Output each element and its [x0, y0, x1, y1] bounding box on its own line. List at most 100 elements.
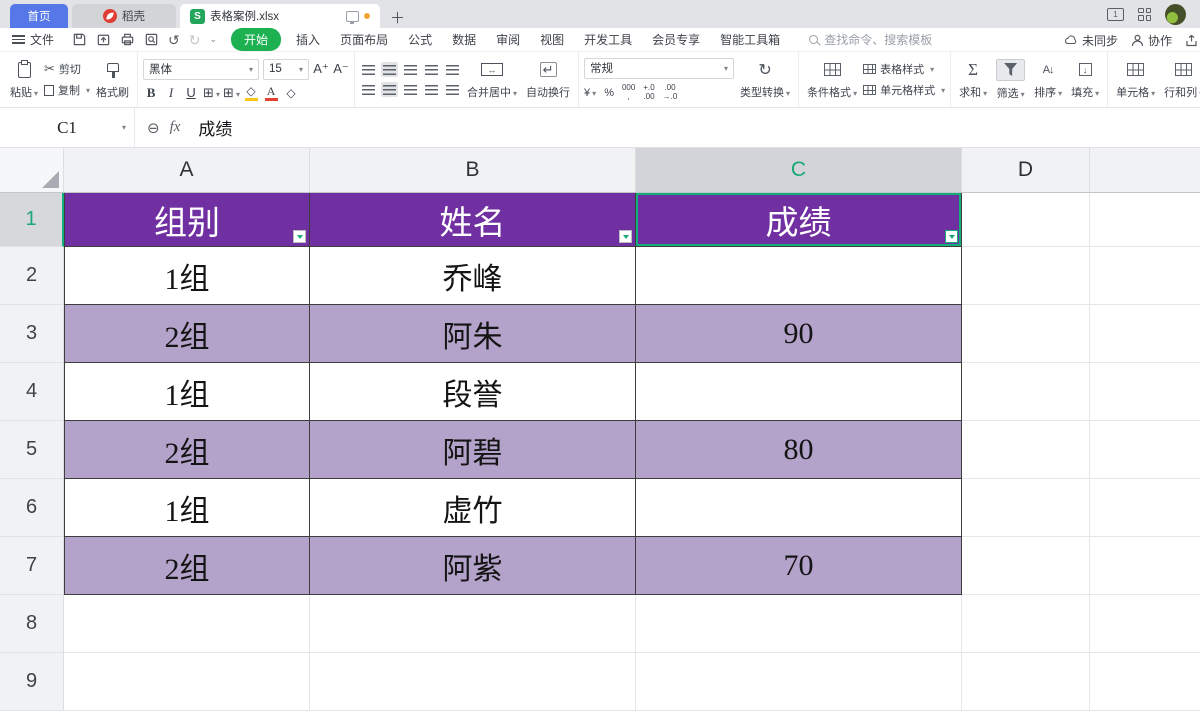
- align-right-button[interactable]: [402, 82, 419, 97]
- cell-C6[interactable]: [636, 479, 962, 537]
- cell-C4[interactable]: [636, 363, 962, 421]
- cell-E7[interactable]: [1090, 537, 1200, 595]
- cells-button[interactable]: 单元格▾: [1113, 60, 1158, 100]
- decrease-indent-button[interactable]: [423, 62, 440, 77]
- cell-D9[interactable]: [962, 653, 1090, 711]
- rows-cols-button[interactable]: 行和列▾: [1161, 60, 1200, 100]
- bold-button[interactable]: B: [143, 85, 159, 101]
- cell-B1[interactable]: 姓名: [310, 193, 636, 247]
- thousands-button[interactable]: 000,: [622, 84, 635, 102]
- user-avatar[interactable]: [1165, 4, 1186, 25]
- cell-D2[interactable]: [962, 247, 1090, 305]
- name-box[interactable]: C1 ▾: [0, 108, 135, 147]
- cell-A1[interactable]: 组别: [64, 193, 310, 247]
- cell-C7[interactable]: 70: [636, 537, 962, 595]
- cell-E6[interactable]: [1090, 479, 1200, 537]
- export-icon[interactable]: [96, 32, 111, 47]
- cell-D8[interactable]: [962, 595, 1090, 653]
- justify-button[interactable]: [423, 82, 440, 97]
- increase-decimal-button[interactable]: +.0.00: [643, 84, 654, 102]
- font-color-button[interactable]: A: [263, 85, 279, 101]
- underline-button[interactable]: U: [183, 85, 199, 100]
- align-center-button[interactable]: [381, 82, 398, 97]
- share-button[interactable]: 分享: [1185, 32, 1200, 49]
- cell-E5[interactable]: [1090, 421, 1200, 479]
- quick-toolbar-caret-icon[interactable]: ⌄: [209, 34, 217, 45]
- font-name-select[interactable]: 黑体▾: [143, 59, 259, 80]
- cell-C9[interactable]: [636, 653, 962, 711]
- filter-dropdown-B1[interactable]: [619, 230, 632, 243]
- grow-font-button[interactable]: A⁺: [313, 61, 329, 77]
- formula-input[interactable]: 成绩: [198, 115, 232, 140]
- undo-icon[interactable]: ↺: [168, 33, 180, 47]
- print-icon[interactable]: [120, 32, 135, 47]
- sync-status[interactable]: 未同步: [1064, 32, 1118, 49]
- redo-icon[interactable]: ↻: [189, 33, 201, 47]
- column-header-E[interactable]: [1090, 148, 1200, 192]
- row-header-8[interactable]: 8: [0, 595, 64, 653]
- row-header-1[interactable]: 1: [0, 193, 64, 247]
- menu-tab-data[interactable]: 数据: [447, 29, 481, 50]
- tab-home[interactable]: 首页: [10, 4, 68, 28]
- command-search[interactable]: 查找命令、搜索模板: [809, 31, 932, 48]
- menu-tab-formulas[interactable]: 公式: [403, 29, 437, 50]
- cell-A3[interactable]: 2组: [64, 305, 310, 363]
- cell-style-button[interactable]: 单元格样式▾: [863, 82, 945, 98]
- wrap-text-button[interactable]: ↵ 自动换行: [523, 60, 573, 100]
- column-header-B[interactable]: B: [310, 148, 636, 192]
- menu-tab-view[interactable]: 视图: [535, 29, 569, 50]
- select-all-corner[interactable]: [0, 148, 64, 192]
- menu-tab-dev-tools[interactable]: 开发工具: [579, 29, 637, 50]
- align-bottom-button[interactable]: [402, 62, 419, 77]
- cell-A4[interactable]: 1组: [64, 363, 310, 421]
- cell-D4[interactable]: [962, 363, 1090, 421]
- cell-B9[interactable]: [310, 653, 636, 711]
- percent-button[interactable]: %: [604, 87, 614, 99]
- cell-C2[interactable]: [636, 247, 962, 305]
- column-header-D[interactable]: D: [962, 148, 1090, 192]
- cell-D5[interactable]: [962, 421, 1090, 479]
- column-header-A[interactable]: A: [64, 148, 310, 192]
- tab-document[interactable]: S 表格案例.xlsx: [180, 4, 380, 28]
- cell-E8[interactable]: [1090, 595, 1200, 653]
- cell-D1[interactable]: [962, 193, 1090, 247]
- new-tab-button[interactable]: ＋: [390, 7, 405, 28]
- search-minus-icon[interactable]: ⊖: [147, 119, 160, 137]
- type-convert-button[interactable]: ↻ 类型转换▾: [737, 60, 793, 100]
- filter-dropdown-C1[interactable]: [945, 230, 958, 243]
- menu-tab-smart-toolbox[interactable]: 智能工具箱: [715, 29, 785, 50]
- tab-docer[interactable]: 稻壳: [72, 4, 176, 28]
- cell-B4[interactable]: 段誉: [310, 363, 636, 421]
- currency-button[interactable]: ¥▾: [584, 87, 596, 99]
- cell-B5[interactable]: 阿碧: [310, 421, 636, 479]
- format-painter-button[interactable]: 格式刷: [93, 60, 132, 100]
- cell-A8[interactable]: [64, 595, 310, 653]
- row-header-3[interactable]: 3: [0, 305, 64, 363]
- menu-tab-page-layout[interactable]: 页面布局: [335, 29, 393, 50]
- cell-B2[interactable]: 乔峰: [310, 247, 636, 305]
- cell-C3[interactable]: 90: [636, 305, 962, 363]
- menu-tab-review[interactable]: 审阅: [491, 29, 525, 50]
- cell-B6[interactable]: 虚竹: [310, 479, 636, 537]
- increase-indent-button[interactable]: [444, 62, 461, 77]
- window-switch-icon[interactable]: 1: [1107, 8, 1124, 21]
- sort-button[interactable]: A↓ 排序▾: [1031, 60, 1065, 100]
- fill-color-button[interactable]: ◇: [243, 85, 259, 101]
- cell-E2[interactable]: [1090, 247, 1200, 305]
- save-icon[interactable]: [72, 32, 87, 47]
- decrease-decimal-button[interactable]: .00→.0: [663, 84, 678, 102]
- cell-A2[interactable]: 1组: [64, 247, 310, 305]
- file-menu[interactable]: 文件: [8, 31, 58, 48]
- copy-button[interactable]: 复制▾: [44, 82, 90, 98]
- cell-D7[interactable]: [962, 537, 1090, 595]
- cell-E3[interactable]: [1090, 305, 1200, 363]
- fx-icon[interactable]: fx: [170, 119, 181, 136]
- shrink-font-button[interactable]: A⁻: [333, 61, 349, 77]
- menu-tab-home[interactable]: 开始: [231, 28, 281, 51]
- cell-A6[interactable]: 1组: [64, 479, 310, 537]
- cell-C8[interactable]: [636, 595, 962, 653]
- distribute-button[interactable]: [444, 82, 461, 97]
- menu-tab-member[interactable]: 会员专享: [647, 29, 705, 50]
- row-header-9[interactable]: 9: [0, 653, 64, 711]
- italic-button[interactable]: I: [163, 85, 179, 101]
